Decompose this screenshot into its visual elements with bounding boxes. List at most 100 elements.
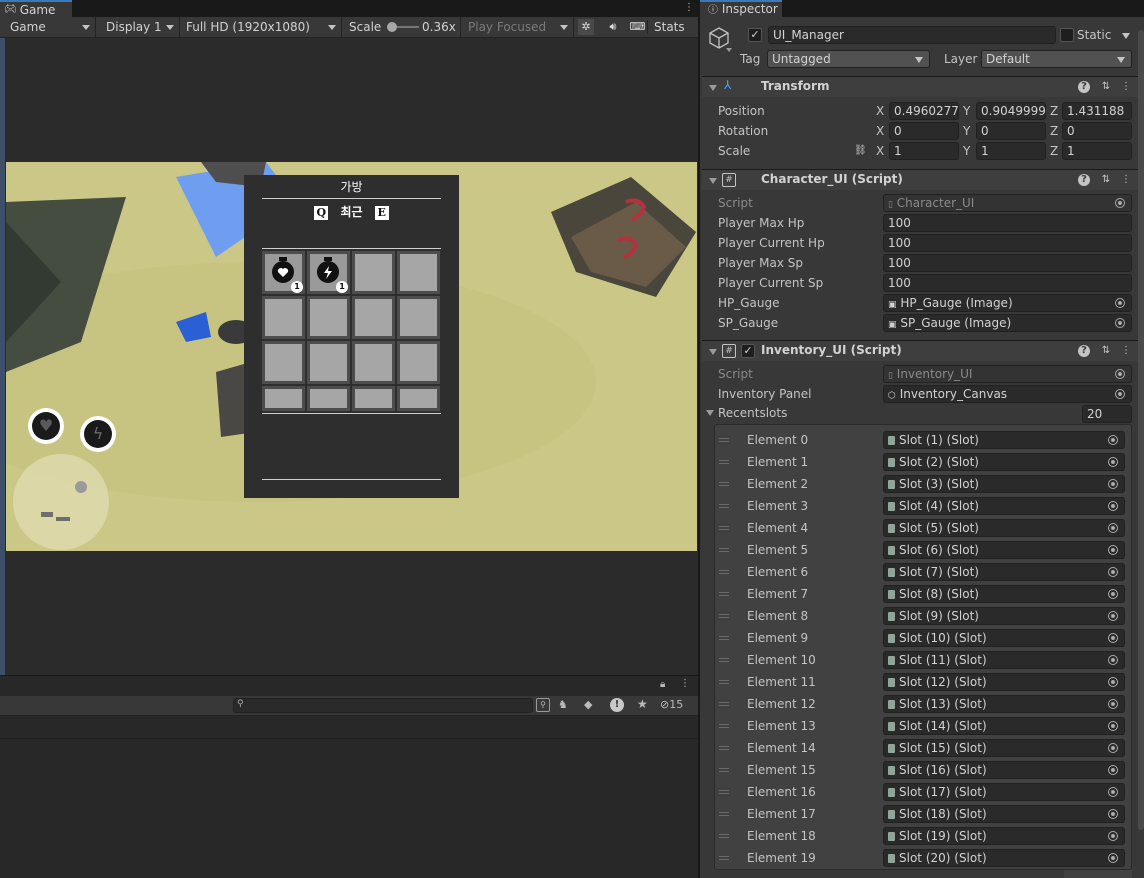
more-menu-icon[interactable]: ⋮	[680, 678, 690, 690]
drag-handle-icon[interactable]	[719, 614, 729, 618]
element-slot-field[interactable]: Slot (8) (Slot)	[883, 585, 1125, 603]
game-mode-dropdown[interactable]: Game	[6, 17, 96, 37]
object-picker-icon[interactable]	[1108, 809, 1118, 819]
inventory-slot[interactable]	[262, 386, 305, 411]
element-slot-field[interactable]: Slot (2) (Slot)	[883, 453, 1125, 471]
element-slot-field[interactable]: Slot (5) (Slot)	[883, 519, 1125, 537]
drag-handle-icon[interactable]	[719, 438, 729, 442]
preset-icon[interactable]: ⇅	[1100, 81, 1112, 93]
object-picker-icon[interactable]	[1108, 567, 1118, 577]
object-picker-icon[interactable]	[1108, 457, 1118, 467]
help-icon[interactable]: ?	[1078, 174, 1090, 186]
chevron-down-icon[interactable]	[706, 410, 714, 416]
object-picker-icon[interactable]	[1108, 545, 1118, 555]
object-picker-icon[interactable]	[1115, 318, 1125, 328]
recentslots-element-row[interactable]: Element 19 Slot (20) (Slot)	[715, 847, 1131, 869]
drag-handle-icon[interactable]	[719, 526, 729, 530]
tag-dropdown[interactable]: Untagged	[767, 50, 930, 68]
element-slot-field[interactable]: Slot (13) (Slot)	[883, 695, 1125, 713]
rotation-y-field[interactable]: 0	[976, 122, 1046, 140]
help-icon[interactable]: ?	[1078, 81, 1090, 93]
inventory-slot[interactable]	[307, 386, 350, 411]
player-current-sp-field[interactable]: 100	[883, 274, 1132, 292]
element-slot-field[interactable]: Slot (9) (Slot)	[883, 607, 1125, 625]
more-menu-icon[interactable]: ⋮	[1120, 345, 1132, 357]
inventory-slot[interactable]	[262, 296, 305, 339]
inventory-slot[interactable]	[352, 251, 395, 294]
element-slot-field[interactable]: Slot (3) (Slot)	[883, 475, 1125, 493]
object-picker-icon[interactable]	[1108, 765, 1118, 775]
recentslots-element-row[interactable]: Element 15 Slot (16) (Slot)	[715, 759, 1131, 781]
more-menu-icon[interactable]: ⋮	[1120, 174, 1132, 186]
recentslots-element-row[interactable]: Element 8 Slot (9) (Slot)	[715, 605, 1131, 627]
drag-handle-icon[interactable]	[719, 746, 729, 750]
player-max-sp-field[interactable]: 100	[883, 254, 1132, 272]
recentslots-label[interactable]: Recentslots	[718, 405, 787, 421]
recentslots-element-row[interactable]: Element 5 Slot (6) (Slot)	[715, 539, 1131, 561]
inventory-slot[interactable]	[352, 341, 395, 384]
element-slot-field[interactable]: Slot (12) (Slot)	[883, 673, 1125, 691]
lock-icon[interactable]: 🔒︎	[660, 679, 670, 691]
rotation-z-field[interactable]: 0	[1062, 122, 1132, 140]
star-icon[interactable]: ★	[637, 697, 648, 711]
object-picker-icon[interactable]	[1108, 677, 1118, 687]
recentslots-size-field[interactable]: 20	[1082, 405, 1132, 423]
character-ui-header[interactable]: # Character_UI (Script) ? ⇅ ⋮	[702, 169, 1144, 190]
drag-handle-icon[interactable]	[719, 548, 729, 552]
scale-y-field[interactable]: 1	[976, 142, 1046, 160]
object-picker-icon[interactable]	[1108, 699, 1118, 709]
object-picker-icon[interactable]	[1108, 831, 1118, 841]
console-search-input[interactable]: ⚲	[233, 698, 533, 713]
element-slot-field[interactable]: Slot (7) (Slot)	[883, 563, 1125, 581]
transform-header[interactable]: ⅄ Transform ? ⇅ ⋮	[702, 76, 1144, 97]
object-picker-icon[interactable]	[1108, 523, 1118, 533]
inventory-slot[interactable]	[397, 251, 440, 294]
scale-slider-handle[interactable]	[387, 22, 397, 32]
inventory-slot[interactable]	[307, 341, 350, 384]
drag-handle-icon[interactable]	[719, 570, 729, 574]
search-options-icon[interactable]: ⚲	[536, 698, 550, 712]
inventory-slot[interactable]	[397, 341, 440, 384]
object-picker-icon[interactable]	[1108, 633, 1118, 643]
recentslots-element-row[interactable]: Element 9 Slot (10) (Slot)	[715, 627, 1131, 649]
object-picker-icon[interactable]	[1115, 298, 1125, 308]
object-picker-icon[interactable]	[1108, 787, 1118, 797]
drag-handle-icon[interactable]	[719, 702, 729, 706]
recentslots-element-row[interactable]: Element 10 Slot (11) (Slot)	[715, 649, 1131, 671]
recentslots-element-row[interactable]: Element 1 Slot (2) (Slot)	[715, 451, 1131, 473]
help-icon[interactable]: ?	[1078, 345, 1090, 357]
link-icon[interactable]: ⛓︎	[854, 143, 867, 159]
element-slot-field[interactable]: Slot (1) (Slot)	[883, 431, 1125, 449]
sp-gauge-field[interactable]: ▣ SP_Gauge (Image)	[883, 314, 1132, 332]
stats-button[interactable]: Stats	[654, 17, 685, 37]
object-picker-icon[interactable]	[1108, 589, 1118, 599]
more-menu-icon[interactable]: ⋮	[1120, 81, 1132, 93]
drag-handle-icon[interactable]	[719, 768, 729, 772]
player-max-hp-field[interactable]: 100	[883, 214, 1132, 232]
position-x-field[interactable]: 0.4960277	[889, 102, 959, 120]
recentslots-element-row[interactable]: Element 2 Slot (3) (Slot)	[715, 473, 1131, 495]
active-checkbox[interactable]: ✓	[748, 28, 762, 42]
inventory-slot[interactable]: 1	[307, 251, 350, 294]
inventory-ui-header[interactable]: # ✓ Inventory_UI (Script) ? ⇅ ⋮	[702, 340, 1144, 361]
object-picker-icon[interactable]	[1115, 389, 1125, 399]
inventory-slot[interactable]	[307, 296, 350, 339]
object-picker-icon[interactable]	[1108, 435, 1118, 445]
object-picker-icon[interactable]	[1108, 743, 1118, 753]
object-name-field[interactable]: UI_Manager	[768, 26, 1056, 44]
element-slot-field[interactable]: Slot (4) (Slot)	[883, 497, 1125, 515]
element-slot-field[interactable]: Slot (19) (Slot)	[883, 827, 1125, 845]
tab-recent[interactable]: 최근	[340, 203, 362, 220]
drag-handle-icon[interactable]	[719, 834, 729, 838]
recentslots-element-row[interactable]: Element 12 Slot (13) (Slot)	[715, 693, 1131, 715]
object-picker-icon[interactable]	[1108, 479, 1118, 489]
drag-handle-icon[interactable]	[719, 636, 729, 640]
drag-handle-icon[interactable]	[719, 680, 729, 684]
resolution-dropdown[interactable]: Full HD (1920x1080)	[182, 17, 342, 37]
recentslots-element-row[interactable]: Element 7 Slot (8) (Slot)	[715, 583, 1131, 605]
inventory-slot[interactable]	[397, 386, 440, 411]
element-slot-field[interactable]: Slot (16) (Slot)	[883, 761, 1125, 779]
drag-handle-icon[interactable]	[719, 658, 729, 662]
scale-x-field[interactable]: 1	[889, 142, 959, 160]
inspector-scrollbar[interactable]	[1138, 30, 1144, 830]
